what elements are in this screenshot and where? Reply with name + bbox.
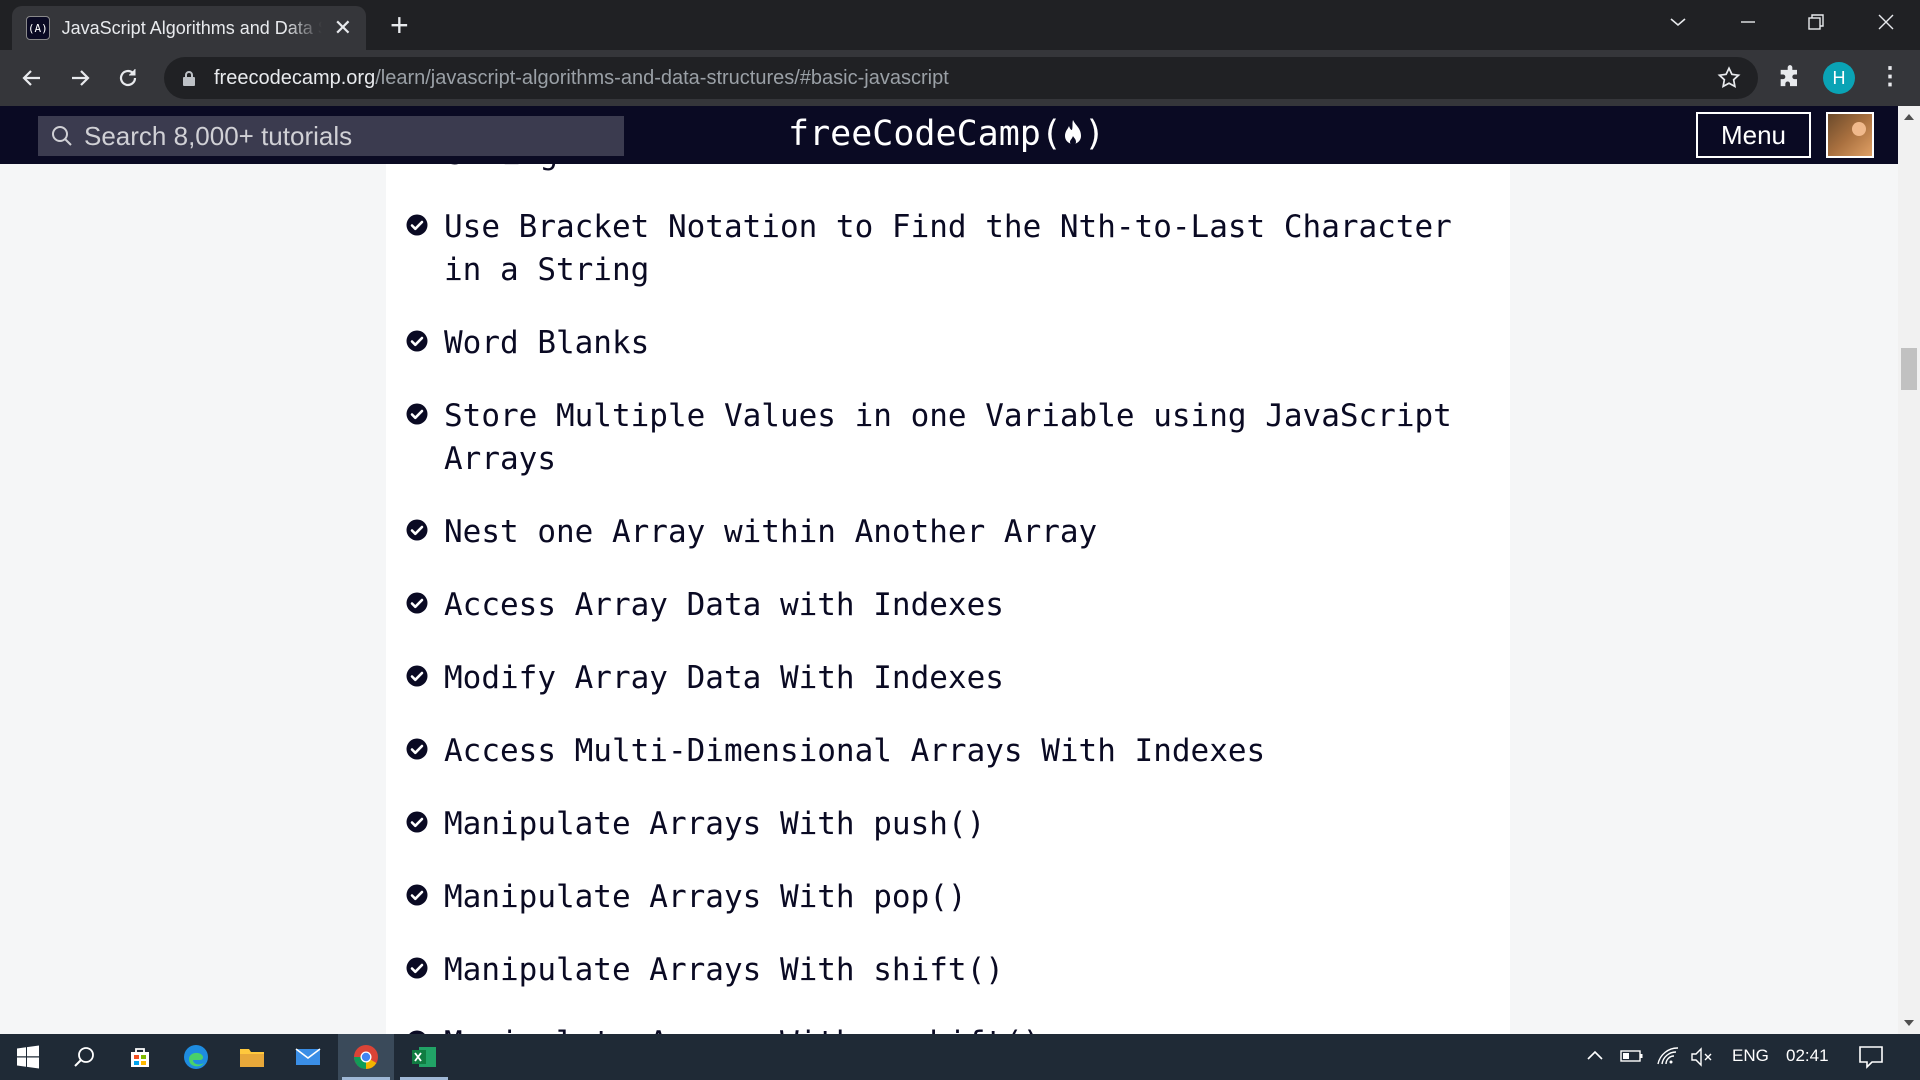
check-circle-icon [406, 330, 428, 352]
browser-tab-strip: (A) JavaScript Algorithms and Data Struc… [0, 0, 1920, 50]
browser-menu-icon[interactable]: ⋮ [1878, 62, 1902, 94]
minimize-button[interactable] [1724, 4, 1772, 40]
check-circle-icon [406, 403, 428, 425]
language-indicator[interactable]: ENG [1732, 1046, 1769, 1066]
forward-button[interactable] [62, 60, 98, 96]
close-icon [1878, 14, 1894, 30]
lesson-title[interactable]: Manipulate Arrays With shift() [444, 949, 1004, 992]
tab-close-icon[interactable]: ✕ [334, 17, 352, 39]
bookmark-star-icon[interactable] [1716, 65, 1742, 91]
lesson-item[interactable]: Word Blanks [406, 322, 1486, 365]
restore-icon [1808, 14, 1824, 30]
lesson-item[interactable]: Manipulate Arrays With unshift() [406, 1022, 1486, 1034]
url-text[interactable]: freecodecamp.org/learn/javascript-algori… [214, 67, 949, 90]
lesson-title[interactable]: Nest one Array within Another Array [444, 511, 1097, 554]
address-bar[interactable]: freecodecamp.org/learn/javascript-algori… [164, 57, 1758, 99]
flame-icon [1064, 120, 1081, 145]
lesson-title[interactable]: Manipulate Arrays With unshift() [444, 1022, 1041, 1034]
speaker-muted-icon[interactable] [1690, 1047, 1714, 1067]
lesson-item[interactable]: Access Multi-Dimensional Arrays With Ind… [406, 730, 1486, 773]
curriculum-content: String Use Bracket Notation to Find the … [0, 164, 1898, 1034]
check-circle-icon [406, 884, 428, 906]
site-header: Search 8,000+ tutorials freeCodeCamp() M… [0, 106, 1898, 164]
lesson-title[interactable]: Manipulate Arrays With pop() [444, 876, 967, 919]
tab-search-icon[interactable] [1666, 10, 1690, 34]
freecodecamp-logo[interactable]: freeCodeCamp() [788, 114, 1105, 154]
check-circle-icon [406, 214, 428, 236]
lesson-item[interactable]: Store Multiple Values in one Variable us… [406, 395, 1486, 481]
check-circle-icon [406, 665, 428, 687]
tab-title: JavaScript Algorithms and Data Structure… [61, 17, 322, 38]
notifications-icon[interactable] [1858, 1045, 1884, 1069]
scroll-down-arrow-icon[interactable] [1898, 1014, 1920, 1032]
page-scrollbar[interactable] [1898, 106, 1920, 1034]
back-button[interactable] [14, 60, 50, 96]
url-host: freecodecamp.org [214, 66, 376, 89]
check-circle-icon [406, 957, 428, 979]
partial-lesson-text: String [446, 164, 558, 172]
scrollbar-thumb[interactable] [1901, 348, 1917, 390]
lesson-item[interactable]: Use Bracket Notation to Find the Nth-to-… [406, 206, 1486, 292]
check-circle-icon [406, 811, 428, 833]
start-icon[interactable] [0, 1034, 56, 1080]
arrow-right-icon [72, 70, 90, 86]
browser-tab[interactable]: (A) JavaScript Algorithms and Data Struc… [12, 6, 366, 50]
extensions-puzzle-icon[interactable] [1776, 64, 1804, 92]
lesson-item[interactable]: Manipulate Arrays With push() [406, 803, 1486, 846]
search-icon[interactable] [56, 1034, 112, 1080]
lesson-panel: String Use Bracket Notation to Find the … [386, 164, 1510, 1034]
lesson-item[interactable]: Modify Array Data With Indexes [406, 657, 1486, 700]
search-input[interactable]: Search 8,000+ tutorials [38, 116, 624, 156]
minimize-icon [1741, 21, 1755, 23]
chevron-up-icon[interactable] [1586, 1048, 1604, 1064]
excel-icon[interactable] [396, 1034, 452, 1080]
file-explorer-icon[interactable] [224, 1034, 280, 1080]
profile-avatar-button[interactable]: H [1823, 62, 1855, 94]
lesson-item[interactable]: Nest one Array within Another Array [406, 511, 1486, 554]
close-window-button[interactable] [1862, 4, 1910, 40]
new-tab-button[interactable]: + [390, 8, 409, 42]
browser-toolbar: freecodecamp.org/learn/javascript-algori… [0, 50, 1920, 106]
store-icon[interactable] [112, 1034, 168, 1080]
windows-taskbar: ENG 02:41 [0, 1034, 1920, 1080]
lesson-list: Use Bracket Notation to Find the Nth-to-… [406, 206, 1486, 1034]
lesson-item[interactable]: Manipulate Arrays With shift() [406, 949, 1486, 992]
freecodecamp-favicon-icon: (A) [26, 16, 50, 40]
user-avatar[interactable] [1826, 112, 1874, 158]
arrow-left-icon [22, 70, 40, 86]
lesson-title[interactable]: Manipulate Arrays With push() [444, 803, 985, 846]
lesson-title[interactable]: Store Multiple Values in one Variable us… [444, 395, 1486, 481]
url-path: /learn/javascript-algorithms-and-data-st… [375, 66, 949, 89]
mail-icon[interactable] [280, 1034, 336, 1080]
lock-icon[interactable] [182, 70, 196, 86]
lesson-title[interactable]: Access Array Data with Indexes [444, 584, 1004, 627]
reload-icon [119, 69, 137, 87]
reload-button[interactable] [110, 60, 146, 96]
battery-icon[interactable] [1620, 1048, 1644, 1064]
restore-button[interactable] [1792, 4, 1840, 40]
lesson-item[interactable]: Access Array Data with Indexes [406, 584, 1486, 627]
check-circle-icon [406, 519, 428, 541]
check-circle-icon [406, 738, 428, 760]
check-circle-icon [406, 592, 428, 614]
menu-button[interactable]: Menu [1696, 112, 1811, 158]
search-placeholder: Search 8,000+ tutorials [84, 120, 353, 151]
lesson-title[interactable]: Access Multi-Dimensional Arrays With Ind… [444, 730, 1265, 773]
clock[interactable]: 02:41 [1786, 1046, 1829, 1066]
search-icon [52, 126, 72, 146]
lesson-title[interactable]: Word Blanks [444, 322, 649, 365]
wifi-icon[interactable] [1656, 1046, 1680, 1066]
logo-text: freeCodeCamp [788, 114, 1041, 154]
lesson-title[interactable]: Use Bracket Notation to Find the Nth-to-… [444, 206, 1486, 292]
edge-icon[interactable] [168, 1034, 224, 1080]
lesson-title[interactable]: Modify Array Data With Indexes [444, 657, 1004, 700]
lesson-item[interactable]: Manipulate Arrays With pop() [406, 876, 1486, 919]
scroll-up-arrow-icon[interactable] [1898, 108, 1920, 126]
chrome-icon[interactable] [338, 1034, 394, 1080]
